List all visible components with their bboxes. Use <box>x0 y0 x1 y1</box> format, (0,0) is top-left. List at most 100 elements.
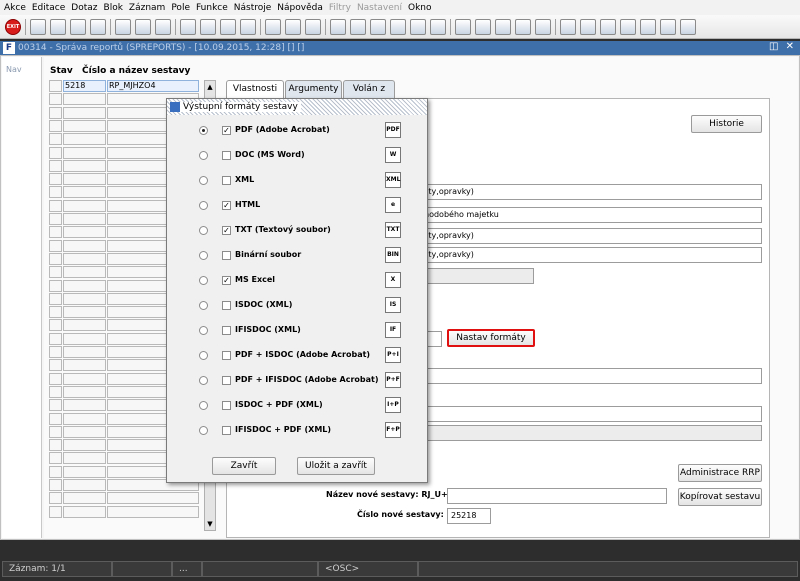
grid-cell[interactable] <box>49 119 62 132</box>
grid-cell[interactable] <box>63 332 106 345</box>
menu-zaznam[interactable]: Záznam <box>129 3 165 13</box>
form-field-6[interactable] <box>420 406 762 422</box>
grid-cell[interactable] <box>49 439 62 452</box>
sort-asc-icon[interactable] <box>180 18 196 35</box>
grid-cell[interactable] <box>63 372 106 385</box>
format-checkbox[interactable] <box>222 326 231 335</box>
historie-button[interactable]: Historie <box>691 115 762 133</box>
grid-cell[interactable] <box>63 266 106 279</box>
ulozit-a-zavrit-button[interactable]: Uložit a zavřít <box>297 457 375 475</box>
kopirovat-sestavu-button[interactable]: Kopírovat sestavu <box>678 488 762 506</box>
scroll-down-icon[interactable]: ▼ <box>205 518 215 530</box>
grid-cell[interactable] <box>49 412 62 425</box>
new-name-input[interactable] <box>447 488 667 504</box>
grid-cell[interactable] <box>49 479 62 491</box>
format-checkbox[interactable] <box>222 351 231 360</box>
print-icon[interactable] <box>265 18 281 35</box>
settings-icon[interactable] <box>495 18 511 35</box>
grid-cell[interactable] <box>49 186 62 199</box>
grid-cell[interactable] <box>63 199 106 212</box>
format-checkbox[interactable] <box>222 176 231 185</box>
new-record-icon[interactable] <box>50 18 66 35</box>
format-radio[interactable] <box>199 351 208 360</box>
grid-cell[interactable] <box>63 279 106 292</box>
format-radio[interactable] <box>199 226 208 235</box>
format-checkbox[interactable]: ✓ <box>222 126 231 135</box>
grid-cell[interactable] <box>63 492 106 505</box>
help-context-icon[interactable] <box>680 18 696 35</box>
grid-cell[interactable] <box>49 492 62 505</box>
grid-cell[interactable] <box>63 159 106 172</box>
new-number-input[interactable]: 25218 <box>447 508 491 524</box>
preview-icon[interactable] <box>285 18 301 35</box>
grid-cell[interactable] <box>49 279 62 292</box>
export-icon[interactable] <box>560 18 576 35</box>
format-checkbox[interactable]: ✓ <box>222 201 231 210</box>
format-radio[interactable] <box>199 301 208 310</box>
delete-record-icon[interactable] <box>70 18 86 35</box>
query-enter-icon[interactable] <box>115 18 131 35</box>
grid-cell[interactable] <box>49 465 62 478</box>
grid-cell[interactable] <box>63 412 106 425</box>
grid-cell[interactable] <box>49 319 62 332</box>
form-field-3[interactable]: čty,opravky) <box>420 228 762 244</box>
document-icon[interactable] <box>475 18 491 35</box>
grid-cell[interactable] <box>63 106 106 119</box>
format-radio[interactable] <box>199 326 208 335</box>
attach-icon[interactable] <box>580 18 596 35</box>
grid-cell[interactable] <box>49 199 62 212</box>
form-field-2[interactable]: hodobého majetku <box>420 207 762 223</box>
format-radio[interactable] <box>199 426 208 435</box>
warning-icon[interactable] <box>535 18 551 35</box>
format-radio[interactable] <box>199 401 208 410</box>
sum-icon[interactable] <box>600 18 616 35</box>
format-radio[interactable] <box>199 176 208 185</box>
grid-cell[interactable] <box>63 439 106 452</box>
grid-cell[interactable] <box>63 133 106 146</box>
grid-cell[interactable] <box>49 266 62 279</box>
format-radio[interactable] <box>199 151 208 160</box>
grid-cell[interactable] <box>49 372 62 385</box>
grid-cell[interactable] <box>63 213 106 225</box>
search-icon[interactable] <box>390 18 406 35</box>
grid-cell[interactable] <box>49 385 62 398</box>
grid-cell[interactable] <box>63 385 106 398</box>
menu-nastroje[interactable]: Nástroje <box>234 3 272 13</box>
grid-cell[interactable] <box>63 186 106 199</box>
list-icon[interactable] <box>410 18 426 35</box>
format-checkbox[interactable]: ✓ <box>222 276 231 285</box>
menu-dotaz[interactable]: Dotaz <box>71 3 97 13</box>
form-field-4[interactable]: čty,opravky) <box>420 247 762 263</box>
clear-icon[interactable] <box>90 18 106 35</box>
grid-cell[interactable] <box>63 146 106 159</box>
format-checkbox[interactable] <box>222 151 231 160</box>
grid-cell[interactable] <box>49 226 62 239</box>
format-checkbox[interactable] <box>222 401 231 410</box>
grid-cell[interactable] <box>49 306 62 319</box>
grid-cell[interactable] <box>49 239 62 252</box>
grid-cell[interactable] <box>63 306 106 319</box>
cut-icon[interactable] <box>330 18 346 35</box>
mail-icon[interactable] <box>305 18 321 35</box>
grid-cell[interactable] <box>63 452 106 465</box>
info-icon[interactable] <box>640 18 656 35</box>
query-execute-icon[interactable] <box>135 18 151 35</box>
administrace-rrp-button[interactable]: Administrace RRP <box>678 464 762 482</box>
grid-cell[interactable] <box>49 359 62 372</box>
excel-export-icon[interactable] <box>620 18 636 35</box>
format-radio[interactable] <box>199 376 208 385</box>
grid-cell[interactable] <box>49 146 62 159</box>
format-checkbox[interactable]: ✓ <box>222 226 231 235</box>
format-checkbox[interactable] <box>222 301 231 310</box>
menu-pole[interactable]: Pole <box>171 3 190 13</box>
grid-cell[interactable] <box>63 465 106 478</box>
menu-okno[interactable]: Okno <box>408 3 432 13</box>
query-cancel-icon[interactable] <box>155 18 171 35</box>
format-checkbox[interactable] <box>222 426 231 435</box>
format-radio[interactable] <box>199 251 208 260</box>
tab-argumenty[interactable]: Argumenty <box>285 80 342 98</box>
form-field-5[interactable] <box>420 368 762 384</box>
copy-icon[interactable] <box>350 18 366 35</box>
star-icon[interactable] <box>515 18 531 35</box>
grid-cell[interactable] <box>63 252 106 265</box>
